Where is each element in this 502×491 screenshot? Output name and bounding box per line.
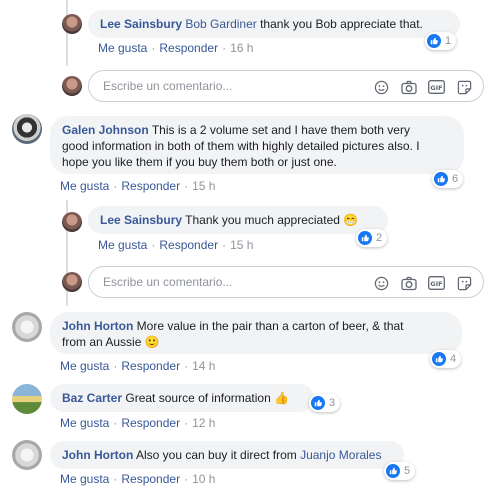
comment-text: Also you can buy it direct from [136,448,297,462]
thumbs-up-emoji: 👍 [274,391,290,405]
comment-text: hope you like them if you buy them both … [62,155,337,169]
comment-composer: GIF [88,70,484,102]
camera-icon[interactable] [400,78,418,96]
comment-actions: Me gusta · Responder · 10 h [60,472,216,486]
reply-link[interactable]: Responder [121,179,180,193]
like-link[interactable]: Me gusta [60,359,109,373]
svg-text:GIF: GIF [430,84,442,92]
comment-author[interactable]: John Horton [62,448,133,462]
reply-link[interactable]: Responder [121,359,180,373]
avatar[interactable] [12,114,42,144]
comment-text: Great source of information [125,391,271,405]
avatar[interactable] [12,312,42,342]
like-link[interactable]: Me gusta [60,472,109,486]
smile-emoji: 🙂 [144,335,160,349]
comment-author[interactable]: Lee Sainsbury [100,213,182,227]
grin-emoji: 😁 [343,213,359,227]
sticker-icon[interactable] [455,274,473,292]
smiley-icon[interactable] [372,78,390,96]
smiley-icon[interactable] [372,274,390,292]
reply-link[interactable]: Responder [159,41,218,55]
like-icon [311,396,325,410]
comment-text: thank you Bob appreciate that. [260,17,423,31]
like-link[interactable]: Me gusta [98,41,147,55]
comment-bubble: Galen Johnson This is a 2 volume set and… [50,116,464,174]
comment-text: This is a 2 volume set and I have them b… [151,123,410,137]
comment-text: More value in the pair than a carton of … [136,319,404,333]
composer-avatar [62,272,82,292]
comment-bubble: Lee Sainsbury Bob Gardiner thank you Bob… [88,10,460,38]
comment-input[interactable] [101,78,355,94]
comment-input[interactable] [101,274,355,290]
reaction-count[interactable]: 1 [425,32,457,50]
reply-link[interactable]: Responder [121,472,180,486]
timestamp[interactable]: 12 h [192,416,215,430]
avatar[interactable] [12,384,42,414]
comment-bubble: Lee Sainsbury Thank you much appreciated… [88,206,388,234]
avatar[interactable] [12,440,42,470]
comment-bubble: John Horton Also you can buy it direct f… [50,441,404,469]
timestamp[interactable]: 15 h [192,179,215,193]
like-icon [386,464,400,478]
comment-composer: GIF [88,266,484,298]
like-icon [358,231,372,245]
like-icon [432,352,446,366]
avatar[interactable] [62,212,82,232]
timestamp[interactable]: 15 h [230,238,253,252]
reply-link[interactable]: Responder [121,416,180,430]
avatar[interactable] [62,14,82,34]
comment-actions: Me gusta · Responder · 15 h [98,238,254,252]
comment-actions: Me gusta · Responder · 16 h [98,41,254,55]
sticker-icon[interactable] [455,78,473,96]
like-link[interactable]: Me gusta [60,179,109,193]
comment-bubble: Baz Carter Great source of information 👍 [50,384,314,412]
reaction-count[interactable]: 3 [309,394,341,412]
timestamp[interactable]: 16 h [230,41,253,55]
reaction-count[interactable]: 5 [384,462,416,480]
comment-actions: Me gusta · Responder · 15 h [60,179,216,193]
comment-author[interactable]: Baz Carter [62,391,122,405]
reaction-count[interactable]: 6 [432,170,464,188]
like-link[interactable]: Me gusta [98,238,147,252]
like-icon [427,34,441,48]
comment-actions: Me gusta · Responder · 12 h [60,416,216,430]
gif-icon[interactable]: GIF [427,274,445,292]
comment-text: good information in both of them with hi… [62,139,420,153]
comment-bubble: John Horton More value in the pair than … [50,312,462,354]
timestamp[interactable]: 10 h [192,472,215,486]
composer-avatar [62,76,82,96]
gif-icon[interactable]: GIF [427,78,445,96]
like-link[interactable]: Me gusta [60,416,109,430]
timestamp[interactable]: 14 h [192,359,215,373]
svg-text:GIF: GIF [430,280,442,288]
reply-link[interactable]: Responder [159,238,218,252]
reaction-count[interactable]: 4 [430,350,462,368]
comment-text: from an Aussie [62,335,142,349]
comment-author[interactable]: John Horton [62,319,133,333]
comment-text: Thank you much appreciated [185,213,340,227]
camera-icon[interactable] [400,274,418,292]
comment-author[interactable]: Galen Johnson [62,123,149,137]
like-icon [434,172,448,186]
comment-author[interactable]: Lee Sainsbury [100,17,182,31]
comment-actions: Me gusta · Responder · 14 h [60,359,216,373]
reaction-count[interactable]: 2 [356,229,388,247]
mention-link[interactable]: Juanjo Morales [300,448,381,462]
mention-link[interactable]: Bob Gardiner [185,17,256,31]
